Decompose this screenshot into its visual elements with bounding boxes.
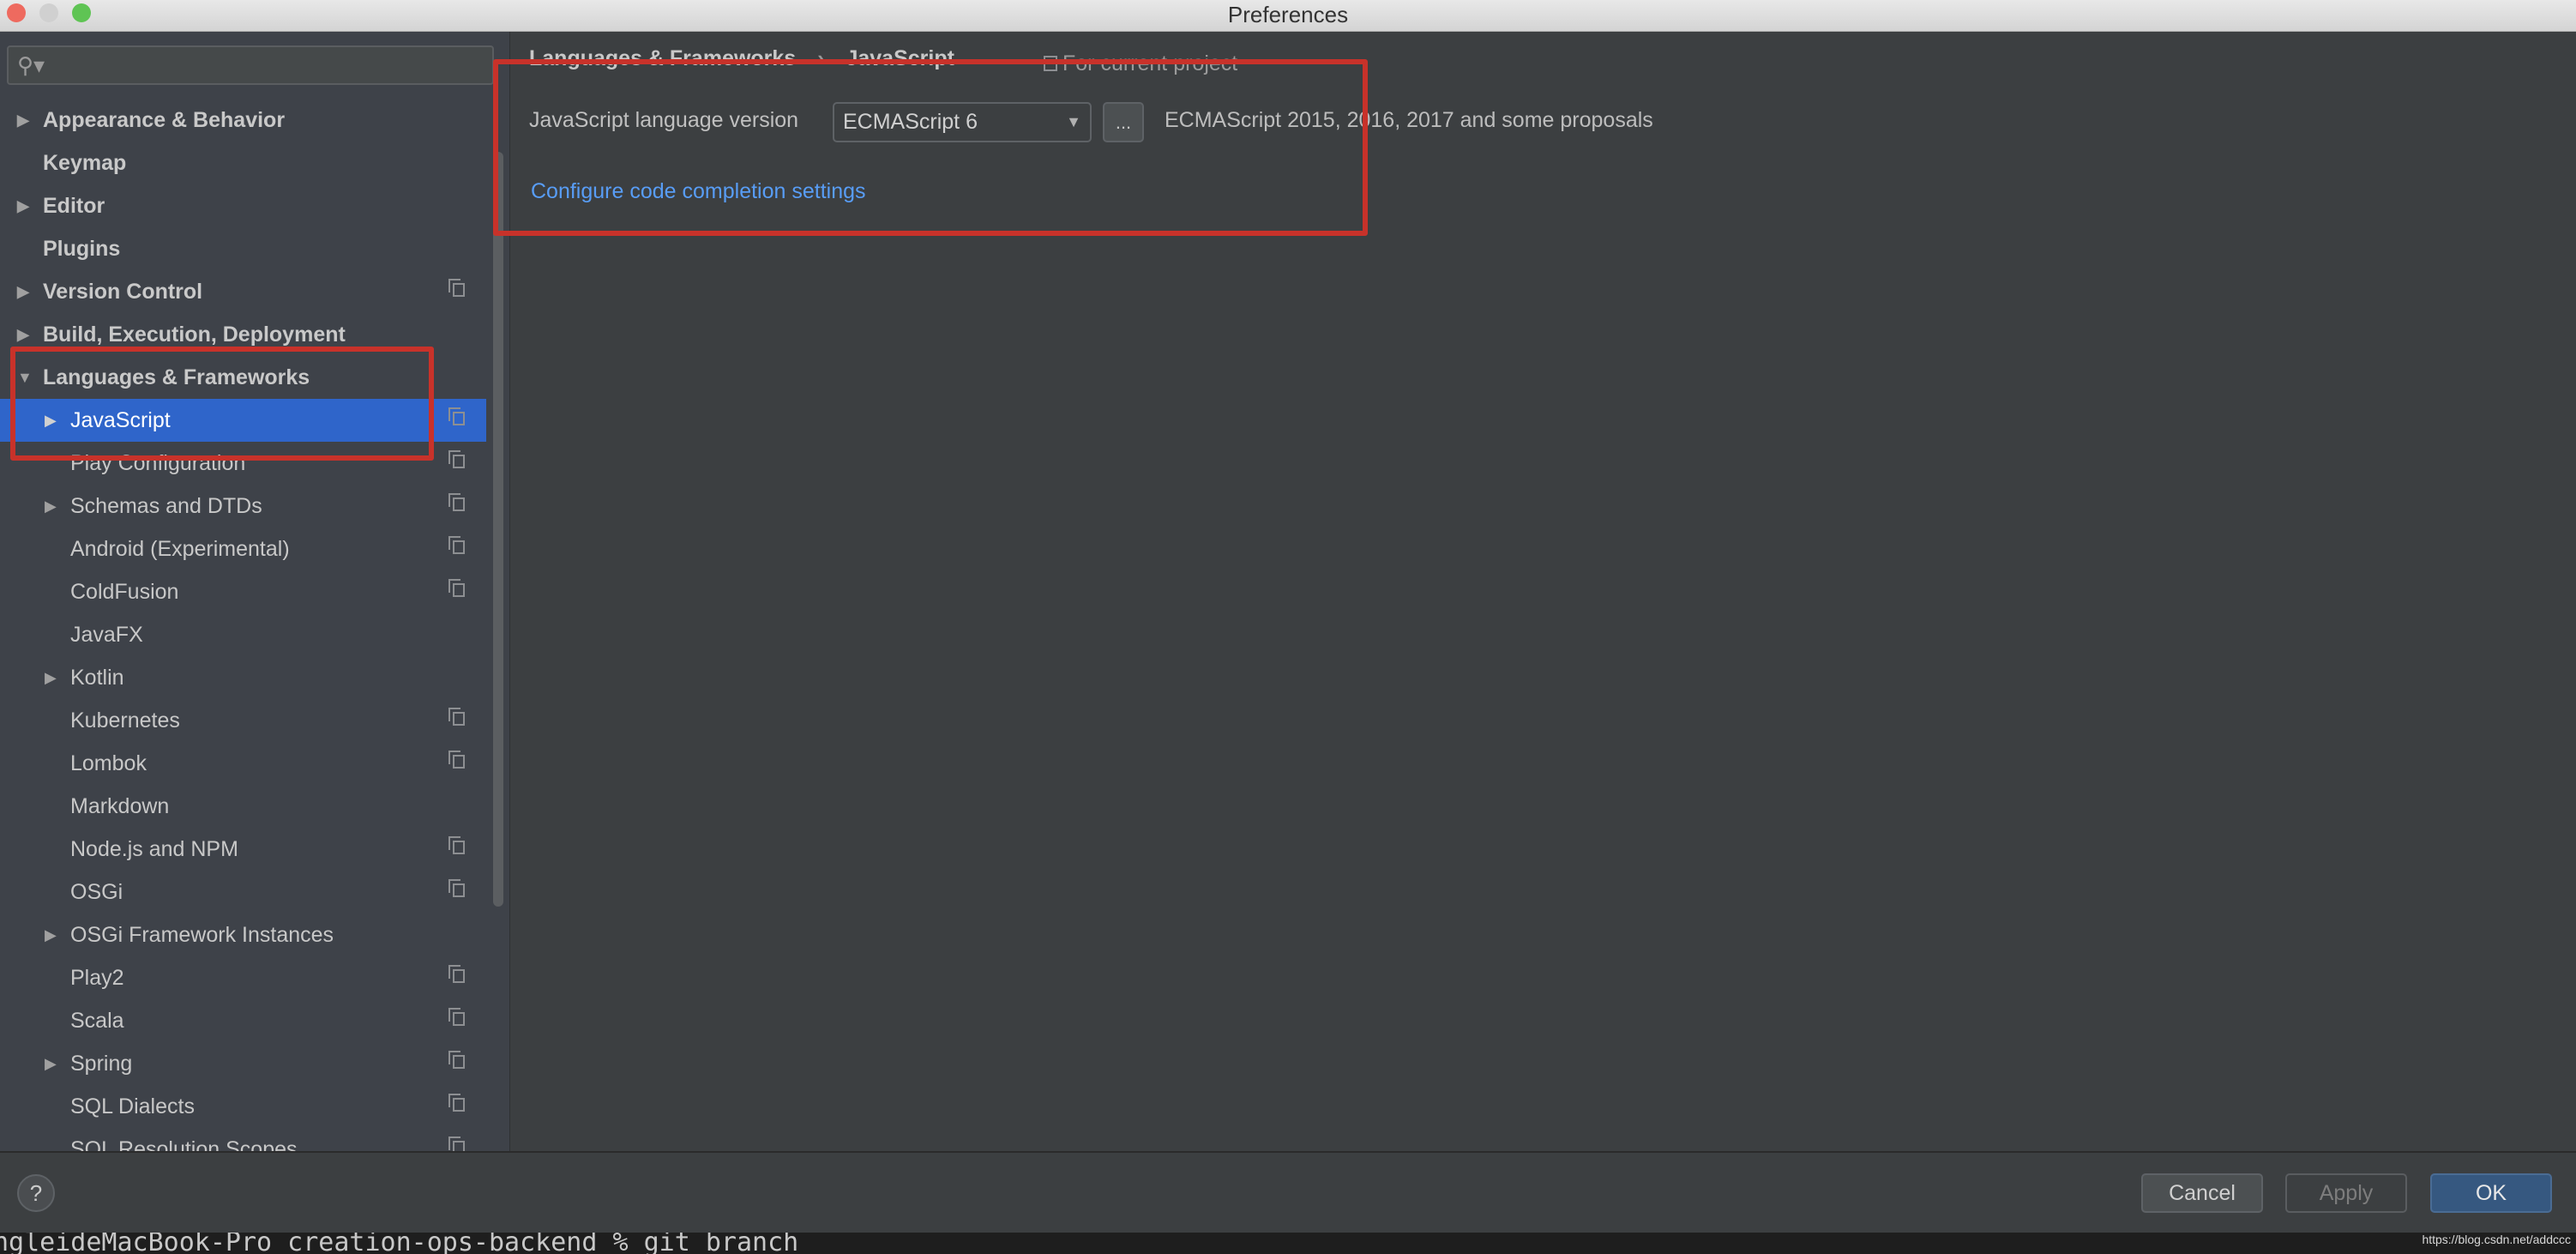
watermark: https://blog.csdn.net/addccc xyxy=(2422,1233,2571,1246)
sidebar-item-label: JavaFX xyxy=(70,623,143,647)
sidebar-item-label: Plugins xyxy=(43,237,121,261)
sidebar-item-label: Scala xyxy=(70,1009,124,1033)
sidebar-item[interactable]: ▶ Version Control xyxy=(0,270,486,313)
sidebar-item-label: Play2 xyxy=(70,966,124,990)
sidebar-item-label: OSGi xyxy=(70,880,123,904)
project-copy-icon xyxy=(448,493,465,511)
sidebar-item-label: Kubernetes xyxy=(70,708,180,733)
sidebar-scrollbar[interactable] xyxy=(493,152,503,907)
sidebar-item-label: SQL Dialects xyxy=(70,1094,195,1118)
project-copy-icon xyxy=(448,708,465,726)
sidebar-item[interactable]: SQL Resolution Scopes xyxy=(0,1128,486,1151)
project-copy-icon xyxy=(448,965,465,983)
project-copy-icon xyxy=(448,536,465,554)
collapse-arrow-icon[interactable]: ▶ xyxy=(17,99,29,142)
sidebar-item[interactable]: ▶ Schemas and DTDs xyxy=(0,485,486,528)
settings-sidebar: ⚲▾ ▶ Appearance & Behavior Keymap ▶ Editor Pl… xyxy=(0,32,510,1151)
project-copy-icon xyxy=(448,1136,465,1151)
sidebar-item-label: SQL Resolution Scopes xyxy=(70,1137,298,1151)
sidebar-item[interactable]: OSGi xyxy=(0,871,486,913)
project-copy-icon xyxy=(448,279,465,297)
sidebar-item[interactable]: Markdown xyxy=(0,785,486,828)
cancel-button[interactable]: Cancel xyxy=(2141,1173,2263,1213)
sidebar-item-label: Editor xyxy=(43,194,105,218)
settings-tree: ▶ Appearance & Behavior Keymap ▶ Editor Plugi… xyxy=(0,99,486,1151)
terminal-line: ngleideMacBook-Pro creation-ops-backend … xyxy=(0,1233,799,1254)
sidebar-item[interactable]: Kubernetes xyxy=(0,699,486,742)
collapse-arrow-icon[interactable]: ▶ xyxy=(45,656,57,699)
sidebar-item[interactable]: JavaFX xyxy=(0,613,486,656)
sidebar-item-label: Markdown xyxy=(70,794,170,818)
title-bar: Preferences xyxy=(0,0,2576,32)
collapse-arrow-icon[interactable]: ▶ xyxy=(45,485,57,528)
sidebar-item[interactable]: ▶ Kotlin xyxy=(0,656,486,699)
collapse-arrow-icon[interactable]: ▶ xyxy=(17,270,29,313)
sidebar-item-label: Lombok xyxy=(70,751,147,775)
sidebar-item-label: Kotlin xyxy=(70,666,124,690)
project-copy-icon xyxy=(448,450,465,468)
terminal-background: ngleideMacBook-Pro creation-ops-backend … xyxy=(0,1233,2576,1254)
dialog-footer: ? Cancel Apply OK xyxy=(0,1151,2576,1234)
project-copy-icon xyxy=(448,751,465,769)
sidebar-item-label: Appearance & Behavior xyxy=(43,108,286,132)
sidebar-item[interactable]: ▶ Appearance & Behavior xyxy=(0,99,486,142)
project-copy-icon xyxy=(448,879,465,897)
sidebar-item-label: ColdFusion xyxy=(70,580,179,604)
sidebar-item[interactable]: ▶ Spring xyxy=(0,1042,486,1085)
project-copy-icon xyxy=(448,579,465,597)
sidebar-item-label: OSGi Framework Instances xyxy=(70,923,334,947)
sidebar-item[interactable]: Play2 xyxy=(0,956,486,999)
sidebar-item[interactable]: ▶ OSGi Framework Instances xyxy=(0,913,486,956)
sidebar-item[interactable]: ColdFusion xyxy=(0,570,486,613)
sidebar-item-label: Android (Experimental) xyxy=(70,537,290,561)
sidebar-item-label: Schemas and DTDs xyxy=(70,494,262,518)
apply-button[interactable]: Apply xyxy=(2285,1173,2407,1213)
sidebar-item-label: Spring xyxy=(70,1052,133,1076)
sidebar-item[interactable]: SQL Dialects xyxy=(0,1085,486,1128)
window-title: Preferences xyxy=(1227,2,1349,27)
sidebar-item-label: Keymap xyxy=(43,151,127,175)
sidebar-item[interactable]: Plugins xyxy=(0,227,486,270)
sidebar-item[interactable]: Scala xyxy=(0,999,486,1042)
sidebar-item-label: Version Control xyxy=(43,280,203,304)
search-input[interactable]: ⚲▾ xyxy=(7,45,494,85)
search-icon: ⚲▾ xyxy=(17,52,45,78)
ok-button[interactable]: OK xyxy=(2430,1173,2552,1213)
annotation-box-content xyxy=(493,59,1368,236)
sidebar-item[interactable]: Android (Experimental) xyxy=(0,528,486,570)
project-copy-icon xyxy=(448,836,465,854)
sidebar-item[interactable]: ▶ Editor xyxy=(0,184,486,227)
sidebar-item[interactable]: Lombok xyxy=(0,742,486,785)
sidebar-item[interactable]: Node.js and NPM xyxy=(0,828,486,871)
collapse-arrow-icon[interactable]: ▶ xyxy=(17,184,29,227)
project-copy-icon xyxy=(448,1094,465,1112)
collapse-arrow-icon[interactable]: ▶ xyxy=(45,1042,57,1085)
sidebar-item[interactable]: Keymap xyxy=(0,142,486,184)
collapse-arrow-icon[interactable]: ▶ xyxy=(45,913,57,956)
project-copy-icon xyxy=(448,1051,465,1069)
sidebar-item-label: Node.js and NPM xyxy=(70,837,238,861)
annotation-box-sidebar xyxy=(10,347,434,461)
help-button[interactable]: ? xyxy=(17,1174,55,1212)
project-copy-icon xyxy=(448,407,465,425)
project-copy-icon xyxy=(448,1008,465,1026)
